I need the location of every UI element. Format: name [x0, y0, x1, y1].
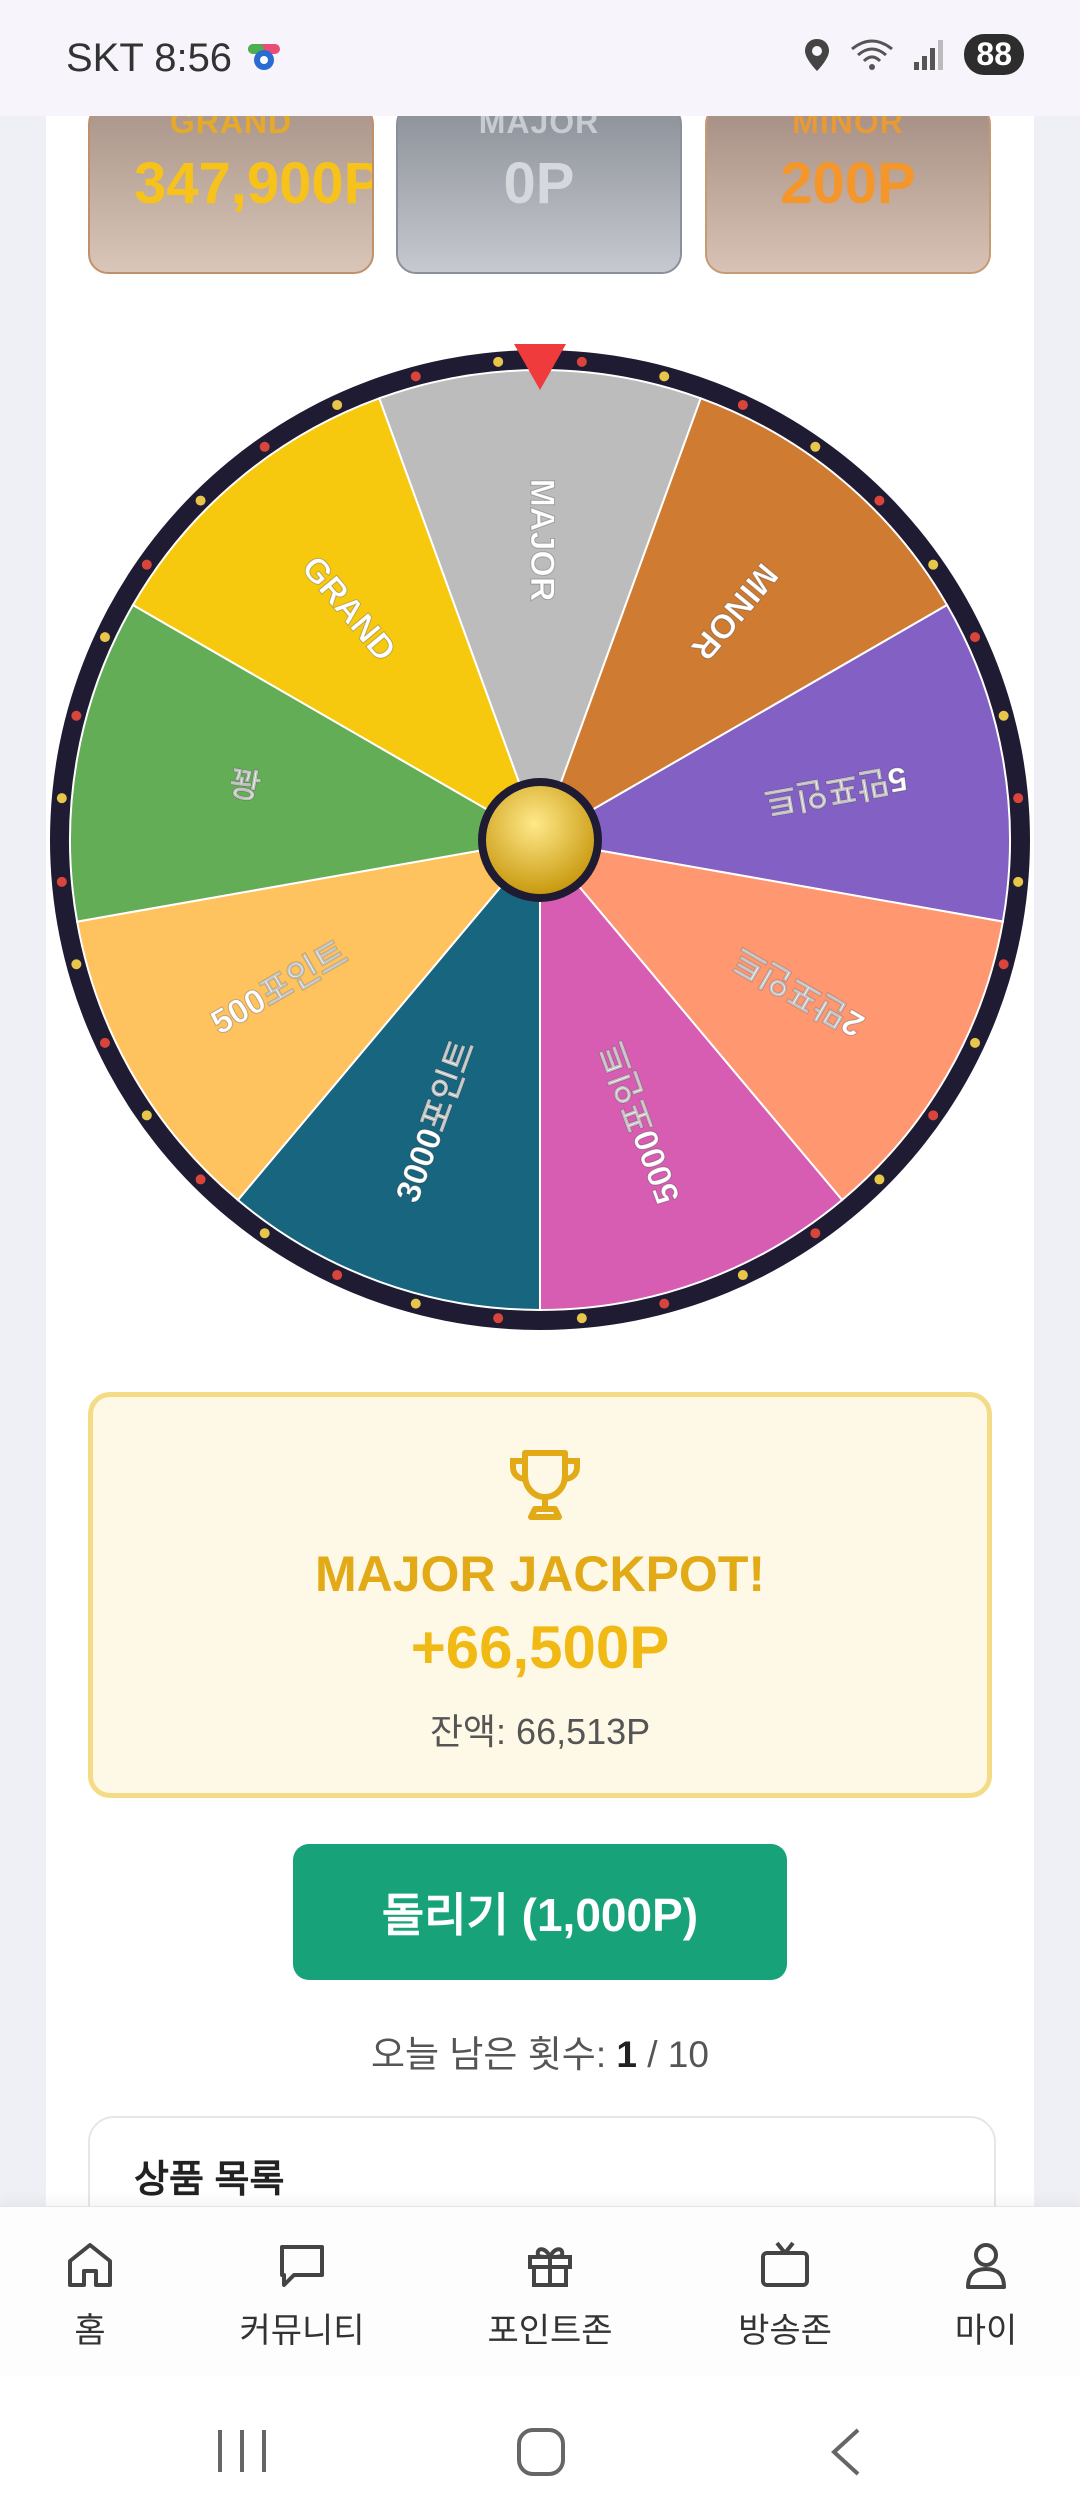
- system-nav-bar: [0, 2376, 1080, 2520]
- person-icon: [966, 2243, 1006, 2289]
- trophy-icon: [510, 1450, 580, 1520]
- rim-stud: [259, 1228, 270, 1239]
- rim-stud: [928, 1110, 939, 1121]
- product-list-title: 상품 목록: [134, 2159, 285, 2201]
- jackpot-value: 200P: [780, 151, 916, 216]
- result-amount: +66,500P: [410, 1614, 670, 1681]
- remaining-spins: 오늘 남은 횟수: 1 / 10: [0, 2024, 1080, 2078]
- rim-stud: [410, 1298, 421, 1309]
- app-notification-icon: [248, 44, 280, 70]
- rim-stud: [810, 1228, 821, 1239]
- rim-stud: [410, 371, 421, 382]
- home-system-icon[interactable]: [515, 2426, 567, 2478]
- status-bar: SKT 8:56 88: [0, 0, 1080, 116]
- nav-community[interactable]: 커뮤니티: [232, 2237, 372, 2352]
- rim-stud: [576, 1313, 587, 1324]
- rim-stud: [874, 495, 885, 506]
- rim-stud: [195, 1174, 206, 1185]
- rim-stud: [874, 1174, 885, 1185]
- jackpot-minor: MINOR 200P: [705, 104, 991, 274]
- rim-stud: [659, 371, 670, 382]
- rim-stud: [737, 1270, 748, 1281]
- jackpot-value: 0P: [503, 151, 575, 216]
- rim-stud: [141, 1110, 152, 1121]
- rim-stud: [493, 356, 504, 367]
- roulette-wheel: MAJOR MINOR 5만포인트 2만포인트 5000포인트 3000포인트 500포인트…: [40, 320, 1040, 1340]
- rim-stud: [71, 710, 82, 721]
- rim-stud: [970, 632, 981, 643]
- battery-badge: 88: [964, 34, 1024, 75]
- rim-stud: [810, 441, 821, 452]
- rim-stud: [737, 399, 748, 410]
- rim-stud: [332, 399, 343, 410]
- nav-label: 방송존: [738, 2312, 832, 2350]
- nav-my[interactable]: 마이: [946, 2237, 1026, 2352]
- rim-stud: [493, 1313, 504, 1324]
- jackpot-major: MAJOR 0P: [396, 104, 682, 274]
- rim-stud: [970, 1037, 981, 1048]
- status-time: SKT 8:56: [66, 36, 233, 80]
- jackpot-grand: GRAND 347,900P: [88, 104, 374, 274]
- recent-apps-icon[interactable]: [214, 2428, 270, 2474]
- wifi-icon: [851, 39, 894, 70]
- rim-stud: [576, 356, 587, 367]
- jackpot-value: 347,900P: [134, 151, 374, 216]
- nav-broadcast[interactable]: 방송존: [730, 2237, 840, 2352]
- rim-stud: [998, 959, 1009, 970]
- rim-stud: [1013, 793, 1024, 804]
- nav-label: 커뮤니티: [239, 2312, 365, 2350]
- rim-stud: [659, 1298, 670, 1309]
- wheel-svg: MAJORMINOR5만포인트2만포인트5000포인트3000포인트500포인트…: [50, 344, 1030, 1330]
- remaining-used: 1: [616, 2034, 637, 2075]
- chat-icon: [280, 2245, 324, 2287]
- rim-stud: [56, 876, 67, 887]
- rim-stud: [56, 793, 67, 804]
- bottom-nav: 홈 커뮤니티 포인트존 방송존 마이: [0, 2206, 1080, 2377]
- rim-stud: [1013, 876, 1024, 887]
- nav-pointzone[interactable]: 포인트존: [480, 2237, 620, 2352]
- rim-stud: [99, 1037, 110, 1048]
- wheel-segment-label: 꽝: [226, 764, 263, 807]
- rim-stud: [99, 632, 110, 643]
- nav-label: 마이: [954, 2312, 1018, 2350]
- rim-stud: [141, 559, 152, 570]
- rim-stud: [259, 441, 270, 452]
- nav-label: 홈: [74, 2312, 106, 2350]
- remaining-label: 오늘 남은 횟수:: [371, 2034, 607, 2075]
- remaining-total: / 10: [647, 2034, 709, 2075]
- rim-stud: [332, 1270, 343, 1281]
- rim-stud: [71, 959, 82, 970]
- result-balance: 잔액: 66,513P: [429, 1711, 651, 1752]
- wheel-segment-label: MAJOR: [523, 479, 561, 602]
- home-icon: [68, 2243, 112, 2287]
- location-icon: [805, 38, 830, 71]
- gift-icon: [528, 2247, 572, 2287]
- nav-home[interactable]: 홈: [50, 2237, 130, 2352]
- back-icon[interactable]: [826, 2426, 866, 2478]
- spin-button[interactable]: 돌리기 (1,000P): [293, 1844, 787, 1980]
- rim-stud: [998, 710, 1009, 721]
- nav-label: 포인트존: [487, 2312, 613, 2350]
- rim-stud: [928, 559, 939, 570]
- result-panel: MAJOR JACKPOT! +66,500P 잔액: 66,513P: [88, 1392, 992, 1798]
- tv-icon: [761, 2241, 809, 2287]
- wheel-hub: [486, 786, 594, 894]
- result-title: MAJOR JACKPOT!: [314, 1546, 766, 1602]
- signal-icon: [914, 39, 944, 70]
- rim-stud: [195, 495, 206, 506]
